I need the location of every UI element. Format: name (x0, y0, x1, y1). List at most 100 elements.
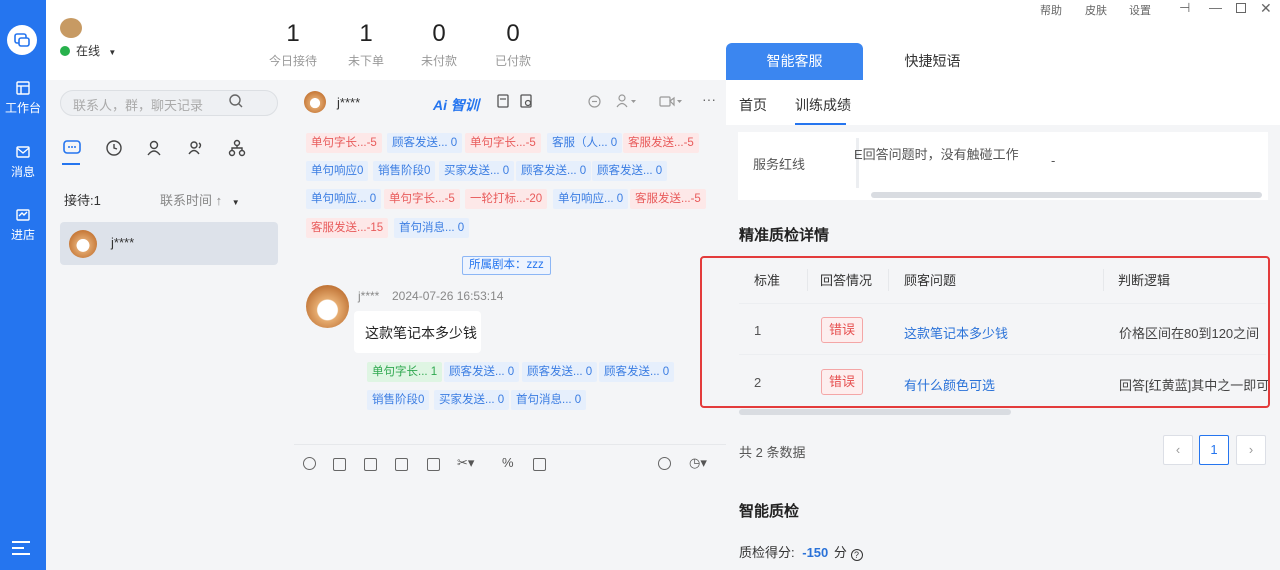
rail-messages[interactable]: 消息 (0, 144, 46, 180)
tab-groups[interactable] (186, 138, 206, 158)
message-sender: j**** (358, 289, 380, 303)
pin-icon[interactable]: ⊣ (1179, 0, 1190, 16)
user-menu-icon[interactable] (616, 94, 638, 108)
sort-selector[interactable]: 联系时间 ↑ ▼ (160, 190, 240, 209)
sub-tabs: 首页 训练成绩 (726, 80, 1280, 125)
rail-workbench[interactable]: 工作台 (0, 80, 46, 116)
minimize-icon[interactable]: — (1209, 0, 1222, 15)
message-avatar (306, 285, 349, 328)
report-icon[interactable] (518, 93, 534, 109)
video-icon[interactable] (659, 95, 685, 108)
online-status-label: 在线 (76, 44, 101, 58)
left-rail: 工作台 消息 进店 (0, 0, 46, 570)
search-icon[interactable] (228, 93, 244, 109)
message-score-tag: 买家发送... 0 (434, 390, 510, 410)
contact-avatar (69, 230, 97, 258)
ai-train-badge[interactable]: Ai 智训 (433, 95, 479, 115)
tab-smart-service[interactable]: 智能客服 (726, 43, 863, 80)
rail-workbench-label: 工作台 (4, 101, 41, 115)
emoji-icon[interactable] (303, 457, 316, 470)
minus-circle-icon[interactable] (588, 95, 601, 108)
help-link[interactable]: 帮助 (1040, 2, 1062, 18)
search-input[interactable]: 联系人，群，聊天记录 (60, 90, 278, 116)
score-tag: 顾客发送... 0 (592, 161, 668, 181)
horizontal-scrollbar[interactable] (871, 192, 1262, 198)
message-score-tag: 单句字长... 1 (367, 362, 443, 382)
score-tag: 首句消息... 0 (394, 218, 470, 238)
score-unit: 分 (833, 545, 847, 560)
tab-quick-phrases[interactable]: 快捷短语 (864, 43, 1001, 80)
help-circle-icon[interactable]: ? (850, 549, 863, 561)
top-header: 在线 ▼ 1 今日接待 1 未下单 0 未付款 0 已付款 帮助 皮肤 设置 ⊣ — ✕ (46, 0, 1280, 80)
subtab-home[interactable]: 首页 (739, 95, 767, 115)
menu-icon[interactable] (12, 541, 30, 557)
workbench-icon (16, 81, 30, 95)
tab-chats[interactable] (62, 138, 82, 158)
redline-value: - (1051, 153, 1056, 168)
right-panel: 首页 训练成绩 服务红线 E回答问题时，没有触碰工作 - 精准质检详情 标准 回… (700, 80, 1280, 570)
settings-link[interactable]: 设置 (1129, 2, 1151, 18)
stat-paid: 0 已付款 (473, 20, 553, 69)
online-status[interactable]: 在线 ▼ (60, 42, 116, 59)
chat-header-avatar (304, 91, 326, 113)
scissors-icon[interactable]: ✂▾ (457, 455, 474, 471)
stat-today: 1 今日接待 (253, 20, 333, 69)
score-tag: 客服发送...-5 (623, 133, 699, 153)
stat-value: 1 (359, 20, 373, 47)
clock-icon (106, 140, 122, 156)
chat-icon (63, 140, 81, 154)
score-tag: 客服发送...-5 (630, 189, 706, 209)
video-file-icon[interactable] (395, 458, 408, 471)
message-score-tag: 顾客发送... 0 (522, 362, 598, 382)
score-tag: 一轮打标...-20 (465, 189, 548, 209)
page-number-button[interactable]: 1 (1199, 435, 1229, 465)
quality-title: 智能质检 (739, 503, 800, 520)
tab-contacts[interactable] (144, 138, 164, 158)
message-time: 2024-07-26 16:53:14 (392, 289, 504, 303)
more-icon[interactable]: ··· (702, 91, 716, 107)
stat-label: 未下单 (347, 54, 384, 68)
edit-doc-icon[interactable] (495, 93, 511, 109)
stat-value: 0 (432, 20, 446, 47)
rail-shop-label: 进店 (10, 228, 35, 242)
table-scrollbar[interactable] (739, 409, 1011, 415)
percent-icon[interactable]: % (502, 455, 514, 470)
score-tag: 单句响应... 0 (306, 189, 382, 209)
stat-label: 今日接待 (268, 54, 317, 68)
tab-org[interactable] (227, 138, 247, 158)
close-icon[interactable]: ✕ (1260, 0, 1272, 17)
chat-panel: j**** Ai 智训 ··· 单句字长...-5 顾客发送... 0 单句字长… (294, 80, 726, 570)
score-tag: 单句字长...-5 (306, 133, 382, 153)
message-bubble[interactable]: 这款笔记本多少钱 (354, 311, 481, 353)
sort-label: 联系时间 (160, 193, 213, 208)
stat-label: 未付款 (420, 54, 457, 68)
mail-icon (16, 146, 30, 158)
score-tag: 单句字长...-5 (384, 189, 460, 209)
prev-page-button[interactable]: ‹ (1163, 435, 1193, 465)
subtab-scores[interactable]: 训练成绩 (795, 95, 851, 115)
folder-icon[interactable] (427, 458, 440, 471)
maximize-icon[interactable] (1236, 3, 1246, 13)
redline-card: 服务红线 E回答问题时，没有触碰工作 - (738, 132, 1268, 200)
score-tag: 买家发送... 0 (439, 161, 515, 181)
subtab-underline (795, 123, 846, 125)
user-avatar[interactable] (60, 18, 82, 38)
score-tag: 顾客发送... 0 (387, 133, 463, 153)
rail-shop[interactable]: 进店 (0, 207, 46, 243)
arrow-up-icon: ↑ (215, 193, 223, 208)
contact-list-item[interactable]: j**** (60, 222, 278, 265)
stat-no-order: 1 未下单 (326, 20, 406, 69)
next-page-button[interactable]: › (1236, 435, 1266, 465)
skin-link[interactable]: 皮肤 (1085, 2, 1107, 18)
score-tag: 客服（人... 0 (547, 133, 623, 153)
highlight-box (700, 256, 1270, 408)
clock-menu-icon[interactable]: ◷▾ (689, 455, 707, 471)
coupon-icon[interactable] (533, 458, 546, 471)
score-label: 质检得分: (739, 545, 795, 560)
image-icon[interactable] (364, 458, 377, 471)
tab-history[interactable] (104, 138, 124, 158)
history-icon[interactable] (658, 457, 671, 470)
text-format-icon[interactable] (333, 458, 346, 471)
app-logo-icon[interactable] (7, 25, 37, 55)
rail-messages-label: 消息 (10, 165, 35, 179)
